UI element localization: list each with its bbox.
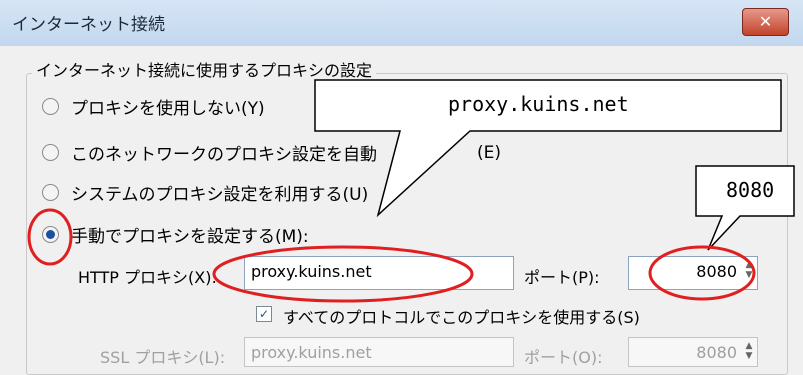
radio-button[interactable] [42,144,59,161]
port-callout-text: 8080 [726,178,775,202]
close-button[interactable]: ✕ [742,8,789,36]
radio-label: システムのプロキシ設定を利用する(U) [71,185,369,205]
close-icon: ✕ [758,12,773,31]
radio-label: 手動でプロキシを設定する(M): [71,227,309,247]
radio-button-selected[interactable] [42,226,59,243]
title-bar: インターネット接続 ✕ [0,0,803,47]
ssl-port-label: ポート(O): [524,348,603,367]
radio-label: プロキシを使用しない(Y) [71,99,265,119]
radio-system-proxy[interactable]: システムのプロキシ設定を利用する(U) [42,180,368,205]
ssl-proxy-label: SSL プロキシ(L): [100,348,226,367]
host-callout-text: proxy.kuins.net [448,92,629,116]
radio-manual-proxy[interactable]: 手動でプロキシを設定する(M): [42,222,309,247]
group-title: インターネット接続に使用するプロキシの設定 [32,57,377,81]
radio-button[interactable] [42,98,59,115]
port-spinner[interactable]: ▲ ▼ [743,260,755,284]
http-proxy-label: HTTP プロキシ(X): [78,268,217,287]
all-protocols-checkbox[interactable]: ✓ [256,306,272,322]
http-port-value: 8080 [696,262,737,281]
http-proxy-input[interactable]: proxy.kuins.net [244,256,514,290]
http-port-input[interactable]: 8080 ▲ ▼ [628,256,758,290]
check-icon: ✓ [258,307,270,321]
radio-button[interactable] [42,184,59,201]
radio-no-proxy[interactable]: プロキシを使用しない(Y) [42,94,265,119]
radio-label-trailing: (E) [477,142,502,163]
all-protocols-label: すべてのプロトコルでこのプロキシを使用する(S) [283,308,640,327]
radio-auto-network[interactable]: このネットワークのプロキシ設定を自動 (E) [42,140,501,165]
http-port-label: ポート(P): [524,268,600,287]
ssl-proxy-input[interactable]: proxy.kuins.net [244,337,514,367]
ssl-port-value: 8080 [696,343,737,362]
ssl-port-input[interactable]: 8080 ▲ ▼ [628,337,758,367]
radio-label: このネットワークのプロキシ設定を自動 [71,145,377,165]
port-spinner[interactable]: ▲ ▼ [743,341,755,365]
window-title: インターネット接続 [12,15,165,35]
